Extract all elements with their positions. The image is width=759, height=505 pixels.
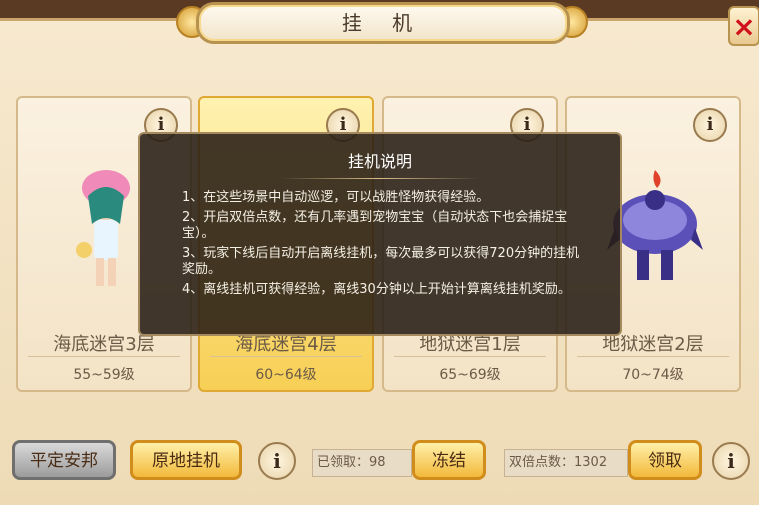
card-level: 55~59级 (73, 367, 135, 383)
close-icon: × (732, 10, 756, 43)
info-icon[interactable]: i (712, 442, 750, 480)
info-icon[interactable]: i (693, 108, 727, 142)
double-points: 双倍点数：1302 (504, 449, 628, 477)
pingding-label: 平定安邦 (30, 451, 98, 471)
freeze-label: 冻结 (432, 451, 466, 471)
card-divider (577, 356, 729, 357)
received-count: 已领取：98 (312, 449, 412, 477)
tooltip-line-2: 2、开启双倍点数，还有几率遇到宠物宝宝（自动状态下也会捕捉宝宝）。 (182, 210, 568, 241)
tooltip-title: 挂机说明 (347, 152, 412, 171)
card-level: 70~74级 (622, 367, 684, 383)
idle-in-place-button[interactable]: 原地挂机 (130, 440, 242, 480)
page-title: 挂 机 (341, 11, 425, 35)
idle-in-place-label: 原地挂机 (152, 451, 220, 471)
card-level: 65~69级 (439, 367, 501, 383)
tooltip-line-4: 4、离线挂机可获得经验，离线30分钟以上开始计算离线挂机奖励。 (182, 282, 571, 297)
help-tooltip: 挂机说明 1、在这些场景中自动巡逻，可以战胜怪物获得经验。 2、开启双倍点数，还… (138, 132, 622, 336)
claim-button[interactable]: 领取 (628, 440, 702, 480)
card-divider (394, 356, 546, 357)
card-divider (210, 356, 362, 357)
title-bar: 挂 机 (196, 2, 570, 44)
tooltip-divider (280, 178, 480, 179)
pingding-anbang-button[interactable]: 平定安邦 (12, 440, 116, 480)
info-icon[interactable]: i (258, 442, 296, 480)
tooltip-line-1: 1、在这些场景中自动巡逻，可以战胜怪物获得经验。 (182, 190, 490, 205)
claim-label: 领取 (648, 451, 682, 471)
freeze-button[interactable]: 冻结 (412, 440, 486, 480)
tooltip-line-3: 3、玩家下线后自动开启离线挂机，每次最多可以获得720分钟的挂机奖励。 (182, 246, 580, 277)
card-divider (28, 356, 180, 357)
close-button[interactable]: × (728, 6, 759, 46)
card-level: 60~64级 (255, 367, 317, 383)
